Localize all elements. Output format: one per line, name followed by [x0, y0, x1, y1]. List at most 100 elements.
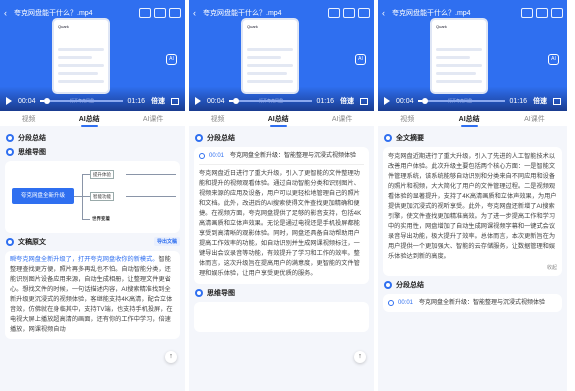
timestamp-row[interactable]: 00:01 夸克网盘全新升级：智能整理与沉浸式视频体验: [388, 299, 557, 307]
time-total: 01:16: [127, 97, 145, 105]
section-mindmap-title: 思维导图: [6, 147, 180, 157]
mindmap-root: 夸克网盘全新升级: [12, 188, 74, 204]
transcript-body: 智能整理查找更方便，照片再多再乱也不怕。自动智能分类，还能识别图片设备应用来源，…: [10, 256, 173, 333]
tab-ai-courseware[interactable]: AI课件: [524, 114, 545, 124]
screen-icon[interactable]: [139, 8, 151, 18]
screen-icon[interactable]: [521, 8, 533, 18]
mindmap-card[interactable]: 夸克网盘全新升级 提升体验 智能功能 世界变着: [5, 161, 180, 233]
section-icon: [195, 289, 203, 297]
more-icon[interactable]: [358, 8, 370, 18]
video-title: 夸克网盘能干什么？.mp4: [203, 10, 282, 17]
time-current: 00:04: [18, 97, 36, 105]
app-root: ‹ 夸克网盘能干什么？.mp4 Quark AI 打开夸克网盘 00:04: [0, 0, 575, 391]
cast-icon[interactable]: [154, 8, 166, 18]
phone-brand: Quark: [58, 24, 69, 29]
screen-icon[interactable]: [328, 8, 340, 18]
video-player[interactable]: ‹ 夸克网盘能干什么？.mp4 Quark AI 打开夸克网盘 00:04: [0, 0, 185, 111]
segment-title: 夸克网盘全新升级：智能整理与沉浸式视频体验: [419, 300, 546, 306]
video-title: 夸克网盘能干什么？.mp4: [14, 10, 93, 17]
time-current: 00:04: [207, 97, 225, 105]
tab-ai-summary[interactable]: AI总结: [459, 114, 480, 127]
timestamp-row[interactable]: 00:01 夸克网盘全新升级：智能整理与沉浸式视频体验: [199, 152, 364, 160]
ai-icon[interactable]: AI: [355, 54, 366, 65]
panel-1: ‹ 夸克网盘能干什么？.mp4 Quark AI 打开夸克网盘 00:04: [0, 0, 189, 391]
cast-icon[interactable]: [343, 8, 355, 18]
segment-body: 夸克网盘近日进行了重大升级，引入了更智能的文件整理功能和提升的视频观看体验。通过…: [199, 170, 362, 277]
collapse-button[interactable]: 收起: [388, 264, 557, 271]
tab-ai-summary[interactable]: AI总结: [79, 114, 100, 127]
video-controls: 00:04 01:16 倍速: [6, 95, 179, 107]
back-icon[interactable]: ‹: [4, 8, 14, 18]
section-icon: [6, 134, 14, 142]
scroll-top-button[interactable]: ↑: [165, 351, 177, 363]
play-small-icon: [199, 153, 205, 159]
tab-video[interactable]: 视频: [22, 114, 36, 124]
tab-ai-courseware[interactable]: AI课件: [332, 114, 353, 124]
speed-button[interactable]: 倍速: [533, 96, 547, 106]
tab-ai-courseware[interactable]: AI课件: [143, 114, 164, 124]
progress-bar[interactable]: [417, 98, 506, 104]
video-title: 夸克网盘能干什么？.mp4: [392, 10, 471, 17]
mindmap-card[interactable]: [194, 302, 369, 332]
segment-title: 夸克网盘全新升级：智能整理与沉浸式视频体验: [230, 153, 357, 159]
tab-video[interactable]: 视频: [400, 114, 414, 124]
panel1-content: 分段总结 思维导图 夸克网盘全新升级 提升体验 智能功能 世界变着 文稿原文导出…: [0, 126, 185, 346]
more-icon[interactable]: [551, 8, 563, 18]
video-player[interactable]: ‹ 夸克网盘能干什么？.mp4 Quark AI 打开夸克网盘 00:04: [189, 0, 374, 111]
video-player[interactable]: ‹ 夸克网盘能干什么？.mp4 Quark AI 打开夸克网盘 00:04: [378, 0, 567, 111]
section-summary-title: 分段总结: [6, 133, 180, 143]
back-icon[interactable]: ‹: [382, 8, 392, 18]
time-total: 01:16: [316, 97, 334, 105]
video-frame-phone: Quark: [430, 18, 488, 94]
back-icon[interactable]: ‹: [193, 8, 203, 18]
time-total: 01:16: [509, 97, 527, 105]
play-small-icon: [388, 300, 394, 306]
section-summary-title: 分段总结: [384, 280, 562, 290]
section-icon: [195, 134, 203, 142]
speed-button[interactable]: 倍速: [151, 96, 165, 106]
section-icon: [6, 148, 14, 156]
section-icon: [384, 134, 392, 142]
abstract-card: 夸克网盘近期进行了重大升级，引入了先进的人工智能技术以改善用户体验。此次升级主要…: [383, 147, 562, 276]
panel-2: ‹ 夸克网盘能干什么？.mp4 Quark AI 打开夸克网盘 00:04: [189, 0, 378, 391]
timestamp: 00:01: [209, 153, 225, 159]
phone-brand: Quark: [247, 24, 258, 29]
section-abstract-title: 全文摘要: [384, 133, 562, 143]
mindmap-node: 世界变着: [90, 215, 112, 224]
time-current: 00:04: [396, 97, 414, 105]
tab-bar: 视频 AI总结 AI课件: [0, 111, 185, 127]
progress-bar[interactable]: [228, 98, 313, 104]
panel-3: ‹ 夸克网盘能干什么？.mp4 Quark AI 打开夸克网盘 00:04: [378, 0, 567, 391]
ai-icon[interactable]: AI: [548, 54, 559, 65]
video-controls: 00:04 01:16 倍速: [195, 95, 368, 107]
panel2-content: 分段总结 00:01 夸克网盘全新升级：智能整理与沉浸式视频体验 夸克网盘近日进…: [189, 126, 374, 339]
mindmap-node: 智能功能: [90, 192, 114, 201]
abstract-body: 夸克网盘近期进行了重大升级，引入了先进的人工智能技术以改善用户体验。此次升级主要…: [388, 153, 557, 260]
play-icon[interactable]: [6, 97, 12, 105]
video-controls: 00:04 01:16 倍速: [384, 95, 561, 107]
fullscreen-icon[interactable]: [553, 97, 561, 105]
fullscreen-icon[interactable]: [360, 97, 368, 105]
ai-icon[interactable]: AI: [166, 54, 177, 65]
tab-video[interactable]: 视频: [211, 114, 225, 124]
tab-ai-summary[interactable]: AI总结: [268, 114, 289, 127]
tab-bar: 视频 AI总结 AI课件: [378, 111, 567, 127]
speed-button[interactable]: 倍速: [340, 96, 354, 106]
scroll-top-button[interactable]: ↑: [354, 351, 366, 363]
video-frame-phone: Quark: [52, 18, 110, 94]
play-icon[interactable]: [195, 97, 201, 105]
more-icon[interactable]: [169, 8, 181, 18]
export-button[interactable]: 导出文稿: [153, 237, 180, 246]
section-text-title: 文稿原文 导出文稿: [6, 237, 180, 247]
fullscreen-icon[interactable]: [171, 97, 179, 105]
transcript-highlight: 瞬夸克网盘全新升级了，打开夸克网盘收你的新模式。: [10, 256, 159, 263]
transcript-card: 瞬夸克网盘全新升级了，打开夸克网盘收你的新模式。智能整理查找更方便，照片再多再乱…: [5, 251, 180, 339]
play-icon[interactable]: [384, 97, 390, 105]
section-summary-title: 分段总结: [195, 133, 369, 143]
progress-bar[interactable]: [39, 98, 124, 104]
mindmap-node: 提升体验: [90, 170, 114, 179]
summary-card: 00:01 夸克网盘全新升级：智能整理与沉浸式视频体验: [383, 294, 562, 312]
cast-icon[interactable]: [536, 8, 548, 18]
timestamp: 00:01: [398, 300, 414, 306]
summary-card: 00:01 夸克网盘全新升级：智能整理与沉浸式视频体验 夸克网盘近日进行了重大升…: [194, 147, 369, 284]
